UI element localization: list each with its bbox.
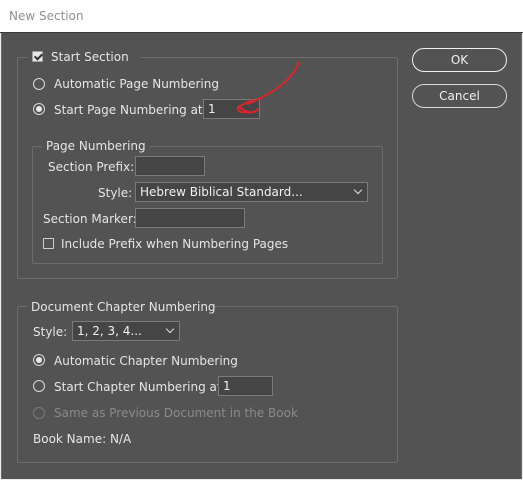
new-section-dialog: Start Section Automatic Page Numbering S… [1,33,522,479]
title-bar: New Section [0,0,523,33]
chapter-style-value: 1, 2, 3, 4... [77,324,142,338]
cancel-button[interactable]: Cancel [412,84,507,108]
window-title: New Section [9,9,84,23]
page-style-select[interactable]: Hebrew Biblical Standard... [135,182,368,202]
start-chapter-numbering-label[interactable]: Start Chapter Numbering at: [54,380,226,394]
same-as-previous-radio [33,407,45,419]
start-page-numbering-radio[interactable] [33,103,45,115]
same-as-previous-label: Same as Previous Document in the Book [54,406,298,420]
start-page-numbering-label[interactable]: Start Page Numbering at: [54,103,207,117]
chevron-down-icon [353,185,363,195]
book-name-label: Book Name: N/A [33,432,132,446]
start-chapter-numbering-radio[interactable] [33,380,45,392]
section-prefix-label: Section Prefix: [48,160,135,174]
page-numbering-legend-label: Page Numbering [46,139,146,153]
start-section-label[interactable]: Start Section [51,50,129,64]
chapter-style-select[interactable]: 1, 2, 3, 4... [72,321,180,341]
start-chapter-number-input[interactable]: 1 [218,376,273,396]
page-style-value: Hebrew Biblical Standard... [140,185,303,199]
section-prefix-input[interactable] [135,156,205,176]
chapter-numbering-legend-label: Document Chapter Numbering [31,300,216,314]
section-marker-label: Section Marker: [43,212,137,226]
ok-button[interactable]: OK [412,48,507,72]
automatic-page-numbering-radio[interactable] [33,78,45,90]
chapter-style-label: Style: [33,325,68,339]
automatic-page-numbering-label[interactable]: Automatic Page Numbering [54,77,219,91]
automatic-chapter-numbering-label[interactable]: Automatic Chapter Numbering [54,354,238,368]
start-section-checkbox[interactable] [32,51,43,62]
start-page-number-input[interactable]: 1 [203,99,260,119]
page-style-label: Style: [98,186,133,200]
include-prefix-label[interactable]: Include Prefix when Numbering Pages [61,237,288,251]
chevron-down-icon [165,324,175,334]
automatic-chapter-numbering-radio[interactable] [33,354,45,366]
include-prefix-checkbox[interactable] [43,238,54,249]
section-marker-input[interactable] [135,208,245,228]
